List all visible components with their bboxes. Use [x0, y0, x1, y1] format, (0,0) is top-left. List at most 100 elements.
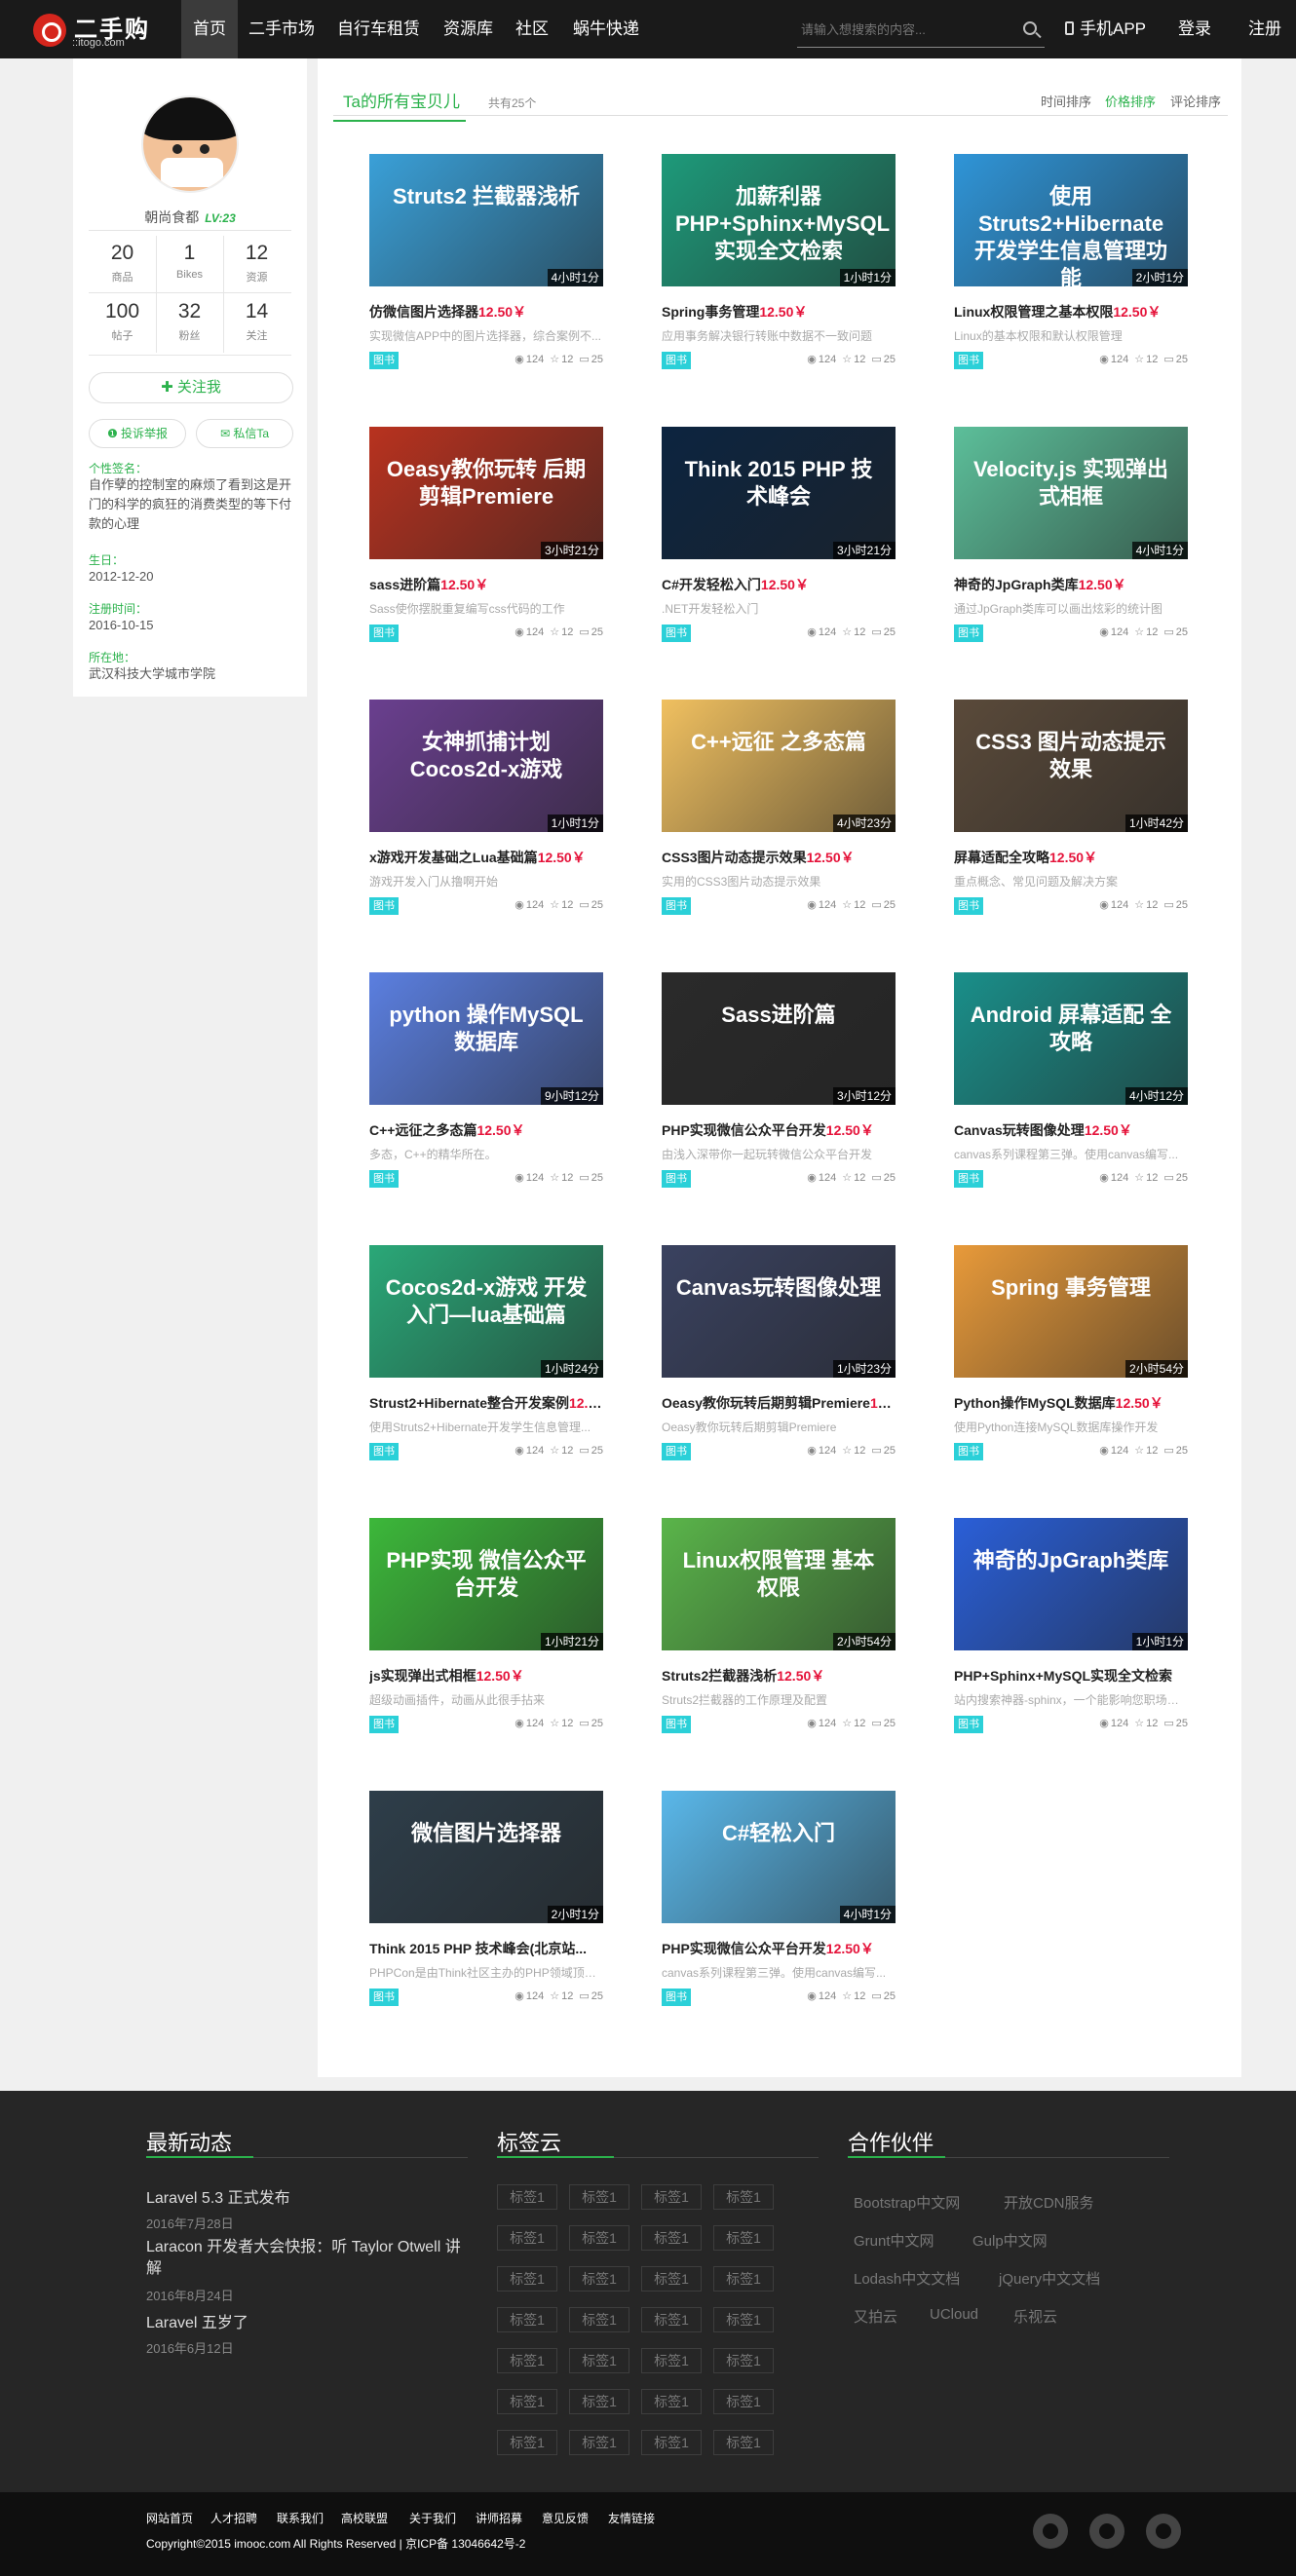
- goods-card[interactable]: 加薪利器 PHP+Sphinx+MySQL 实现全文检索 1小时1分 Spring事…: [662, 154, 896, 388]
- goods-name[interactable]: PHP实现微信公众平台开发12.50￥: [662, 1120, 896, 1140]
- tag-item[interactable]: 标签1: [713, 2225, 774, 2251]
- tag-item[interactable]: 标签1: [641, 2184, 702, 2210]
- goods-card[interactable]: Struts2 拦截器浅析 4小时1分 仿微信图片选择器12.50￥ 实现微信APP中…: [369, 154, 603, 388]
- goods-name[interactable]: Linux权限管理之基本权限12.50￥: [954, 302, 1188, 322]
- tag-item[interactable]: 标签1: [569, 2348, 629, 2373]
- tag-item[interactable]: 标签1: [713, 2266, 774, 2292]
- bottom-link[interactable]: 联系我们: [277, 2510, 324, 2526]
- category-badge[interactable]: 图书: [954, 625, 983, 642]
- goods-thumbnail[interactable]: Canvas玩转图像处理 1小时23分: [662, 1245, 896, 1378]
- partner-link[interactable]: UCloud: [930, 2306, 978, 2323]
- nav-secondhand-market[interactable]: 二手市场: [248, 0, 315, 58]
- login-link[interactable]: 登录: [1178, 0, 1211, 58]
- goods-name[interactable]: C#开发轻松入门12.50￥: [662, 575, 896, 594]
- goods-card[interactable]: Think 2015 PHP 技术峰会 3小时21分 C#开发轻松入门12.50￥.…: [662, 427, 896, 661]
- tag-item[interactable]: 标签1: [569, 2225, 629, 2251]
- partner-link[interactable]: Gulp中文网: [972, 2230, 1048, 2251]
- goods-card[interactable]: Spring 事务管理 2小时54分 Python操作MySQL数据库12.50￥ 使…: [954, 1245, 1188, 1479]
- goods-name[interactable]: C++远征之多态篇12.50￥: [369, 1120, 603, 1140]
- news-item[interactable]: Laracon 开发者大会快报：听 Taylor Otwell 讲解: [146, 2237, 468, 2280]
- sort-by-price[interactable]: 价格排序: [1105, 92, 1156, 110]
- goods-card[interactable]: 女神抓捕计划 Cocos2d-x游戏 1小时1分 x游戏开发基础之Lua基础篇12.…: [369, 700, 603, 933]
- goods-card[interactable]: C++远征 之多态篇 4小时23分 CSS3图片动态提示效果12.50￥ 实用的CSS…: [662, 700, 896, 933]
- tag-item[interactable]: 标签1: [569, 2389, 629, 2414]
- category-badge[interactable]: 图书: [369, 625, 399, 642]
- category-badge[interactable]: 图书: [369, 352, 399, 369]
- category-badge[interactable]: 图书: [662, 897, 691, 915]
- partner-link[interactable]: 开放CDN服务: [1004, 2192, 1094, 2213]
- bottom-link[interactable]: 讲师招募: [476, 2510, 522, 2526]
- goods-thumbnail[interactable]: 神奇的JpGraph类库 1小时1分: [954, 1518, 1188, 1650]
- register-link[interactable]: 注册: [1248, 0, 1281, 58]
- bottom-link[interactable]: 关于我们: [409, 2510, 456, 2526]
- tag-item[interactable]: 标签1: [569, 2430, 629, 2455]
- sort-by-time[interactable]: 时间排序: [1041, 92, 1091, 110]
- stat-resources[interactable]: 12 资源: [223, 236, 290, 288]
- goods-name[interactable]: Strust2+Hibernate整合开发案例12.50￥: [369, 1393, 603, 1413]
- stat-fans[interactable]: 32 粉丝: [156, 294, 223, 347]
- nav-resources[interactable]: 资源库: [443, 0, 493, 58]
- news-item[interactable]: Laravel 五岁了: [146, 2313, 468, 2334]
- goods-card[interactable]: Velocity.js 实现弹出式相框 4小时1分 神奇的JpGraph类库12.5…: [954, 427, 1188, 661]
- category-badge[interactable]: 图书: [369, 1716, 399, 1733]
- site-logo[interactable]: 二手购 ::itogo.com: [29, 8, 175, 51]
- bottom-link[interactable]: 高校联盟: [341, 2510, 388, 2526]
- category-badge[interactable]: 图书: [954, 1170, 983, 1188]
- bottom-link[interactable]: 意见反馈: [542, 2510, 589, 2526]
- category-badge[interactable]: 图书: [369, 1170, 399, 1188]
- goods-thumbnail[interactable]: Think 2015 PHP 技术峰会 3小时21分: [662, 427, 896, 559]
- tag-item[interactable]: 标签1: [497, 2389, 557, 2414]
- tag-item[interactable]: 标签1: [497, 2348, 557, 2373]
- goods-name[interactable]: Canvas玩转图像处理12.50￥: [954, 1120, 1188, 1140]
- goods-thumbnail[interactable]: Linux权限管理 基本权限 2小时54分: [662, 1518, 896, 1650]
- goods-name[interactable]: sass进阶篇12.50￥: [369, 575, 603, 594]
- goods-name[interactable]: PHP实现微信公众平台开发12.50￥: [662, 1939, 896, 1958]
- goods-thumbnail[interactable]: Spring 事务管理 2小时54分: [954, 1245, 1188, 1378]
- goods-thumbnail[interactable]: 使用Struts2+Hibernate 开发学生信息管理功能 2小时1分: [954, 154, 1188, 286]
- goods-thumbnail[interactable]: Velocity.js 实现弹出式相框 4小时1分: [954, 427, 1188, 559]
- category-badge[interactable]: 图书: [662, 1170, 691, 1188]
- tag-item[interactable]: 标签1: [497, 2184, 557, 2210]
- category-badge[interactable]: 图书: [662, 1989, 691, 2006]
- nav-home[interactable]: 首页: [181, 0, 238, 58]
- goods-name[interactable]: js实现弹出式相框12.50￥: [369, 1666, 603, 1686]
- nav-bike-rental[interactable]: 自行车租赁: [337, 0, 420, 58]
- tag-item[interactable]: 标签1: [713, 2389, 774, 2414]
- tag-item[interactable]: 标签1: [641, 2266, 702, 2292]
- tag-item[interactable]: 标签1: [497, 2225, 557, 2251]
- goods-card[interactable]: CSS3 图片动态提示效果 1小时42分 屏幕适配全攻略12.50￥ 重点概念、常见问…: [954, 700, 1188, 933]
- category-badge[interactable]: 图书: [954, 1716, 983, 1733]
- news-item[interactable]: Laravel 5.3 正式发布: [146, 2188, 468, 2210]
- goods-name[interactable]: Python操作MySQL数据库12.50￥: [954, 1393, 1188, 1413]
- tag-item[interactable]: 标签1: [641, 2225, 702, 2251]
- category-badge[interactable]: 图书: [369, 1443, 399, 1460]
- stat-goods[interactable]: 20 商品: [89, 236, 156, 288]
- category-badge[interactable]: 图书: [954, 1443, 983, 1460]
- search-icon[interactable]: [1023, 21, 1037, 35]
- tag-item[interactable]: 标签1: [713, 2307, 774, 2332]
- goods-card[interactable]: Sass进阶篇 3小时12分 PHP实现微信公众平台开发12.50￥ 由浅入深带你一起…: [662, 972, 896, 1206]
- category-badge[interactable]: 图书: [954, 352, 983, 369]
- goods-thumbnail[interactable]: Cocos2d-x游戏 开发入门—lua基础篇 1小时24分: [369, 1245, 603, 1378]
- goods-card[interactable]: C#轻松入门 4小时1分 PHP实现微信公众平台开发12.50￥ canvas系列课程…: [662, 1791, 896, 2025]
- category-badge[interactable]: 图书: [662, 625, 691, 642]
- goods-name[interactable]: 仿微信图片选择器12.50￥: [369, 302, 603, 322]
- partner-link[interactable]: Lodash中文文档: [854, 2268, 960, 2289]
- goods-thumbnail[interactable]: Sass进阶篇 3小时12分: [662, 972, 896, 1105]
- qq-icon[interactable]: [1146, 2514, 1181, 2549]
- goods-thumbnail[interactable]: C#轻松入门 4小时1分: [662, 1791, 896, 1923]
- bottom-link[interactable]: 人才招聘: [210, 2510, 257, 2526]
- goods-thumbnail[interactable]: Oeasy教你玩转 后期剪辑Premiere 3小时21分: [369, 427, 603, 559]
- bottom-link[interactable]: 网站首页: [146, 2510, 193, 2526]
- goods-name[interactable]: 屏幕适配全攻略12.50￥: [954, 848, 1188, 867]
- partner-link[interactable]: Bootstrap中文网: [854, 2192, 960, 2213]
- category-badge[interactable]: 图书: [662, 1716, 691, 1733]
- category-badge[interactable]: 图书: [369, 1989, 399, 2006]
- goods-card[interactable]: 神奇的JpGraph类库 1小时1分 PHP+Sphinx+MySQL实现全文检索站…: [954, 1518, 1188, 1752]
- tag-item[interactable]: 标签1: [497, 2266, 557, 2292]
- goods-thumbnail[interactable]: 微信图片选择器 2小时1分: [369, 1791, 603, 1923]
- goods-thumbnail[interactable]: Struts2 拦截器浅析 4小时1分: [369, 154, 603, 286]
- goods-name[interactable]: Struts2拦截器浅析12.50￥: [662, 1666, 896, 1686]
- tag-item[interactable]: 标签1: [569, 2266, 629, 2292]
- goods-name[interactable]: Spring事务管理12.50￥: [662, 302, 896, 322]
